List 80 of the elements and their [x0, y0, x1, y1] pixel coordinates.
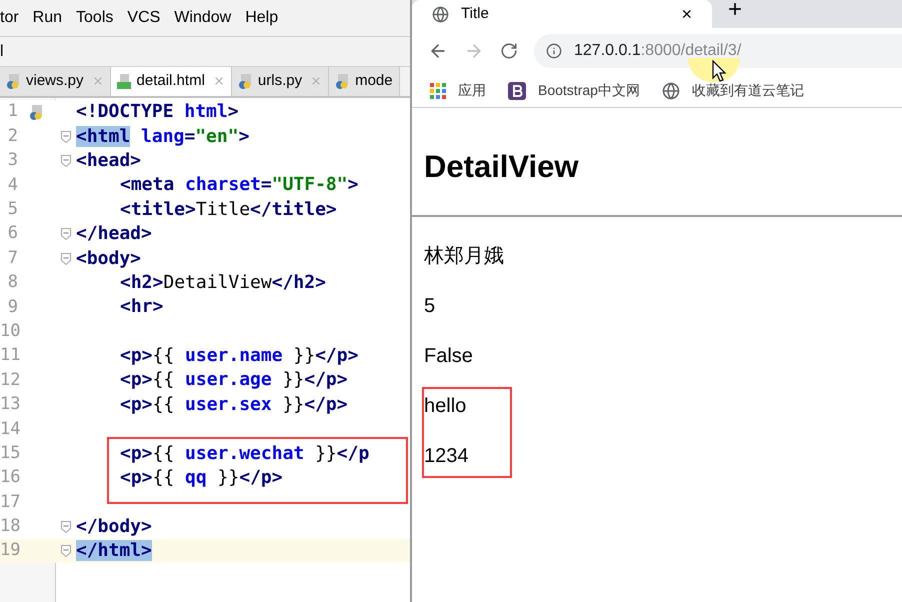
line-number: 15	[0, 442, 18, 465]
tab-title: Title	[461, 4, 490, 24]
line-number: 9	[6, 296, 18, 319]
fold-icon[interactable]	[61, 130, 71, 143]
close-icon[interactable]	[310, 75, 322, 87]
code-line: <!DOCTYPE html>	[76, 101, 239, 124]
menu-item[interactable]: Tools	[76, 6, 114, 30]
line-number: 17	[0, 490, 18, 514]
code-line: <head>	[76, 150, 142, 172]
page-paragraph: 1234	[424, 444, 470, 466]
breadcrumb[interactable]: l	[0, 40, 4, 64]
globe-icon	[432, 6, 449, 22]
code-line: <html lang="en">	[76, 126, 250, 148]
editor-tab[interactable]: detail.html	[110, 67, 232, 96]
b-logo-icon	[508, 82, 526, 100]
menu-item[interactable]: Help	[245, 6, 278, 30]
bookmark-item[interactable]: 收藏到有道云笔记	[662, 80, 804, 101]
line-number: 12	[0, 368, 18, 392]
code-line: <p>{{ user.sex }}</p>	[120, 394, 348, 416]
globe-icon	[662, 82, 680, 100]
code-line: <title>Title</title>	[120, 198, 337, 221]
page-paragraph: 5	[424, 294, 436, 316]
bookmark-item[interactable]: Bootstrap中文网	[508, 80, 640, 101]
fold-icon[interactable]	[61, 545, 71, 558]
line-number: 6	[6, 222, 18, 246]
mouse-pointer-icon	[712, 60, 726, 82]
page-paragraph: hello	[424, 394, 468, 416]
line-number: 3	[6, 149, 18, 172]
code-line: <p>{{ user.name }}</p>	[120, 345, 358, 368]
python-file-icon	[29, 104, 45, 120]
fold-icon[interactable]	[61, 252, 71, 265]
line-number: 18	[0, 515, 18, 538]
bookmark-item[interactable]: 应用	[430, 80, 486, 101]
new-tab-button[interactable]: +	[728, 0, 742, 22]
fold-icon[interactable]	[61, 520, 71, 533]
code-line: </head>	[76, 223, 152, 246]
menu-item[interactable]: tor	[0, 6, 19, 30]
fold-icon[interactable]	[61, 228, 71, 240]
code-line: <body>	[76, 248, 142, 270]
editor-tab[interactable]: mode	[329, 67, 400, 96]
line-number: 7	[6, 246, 18, 270]
line-number: 19	[0, 539, 18, 562]
line-number: 1	[6, 100, 18, 124]
line-number: 13	[0, 393, 18, 416]
line-number: 2	[6, 124, 18, 148]
code-line: <p>{{ qq }}</p>	[120, 467, 283, 490]
menu-item[interactable]: Window	[174, 6, 232, 30]
line-number: 16	[0, 466, 18, 490]
code-line: </body>	[76, 516, 152, 538]
browser-tab[interactable]: Title ×	[412, 0, 712, 28]
line-number: 4	[6, 174, 18, 197]
tab-close-button[interactable]: ×	[681, 5, 692, 23]
code-line: <p>{{ user.age }}</p>	[120, 369, 348, 392]
page-paragraph: False	[424, 344, 474, 366]
editor-tab[interactable]: views.py	[0, 67, 111, 96]
address-bar[interactable]: 127.0.0.1:8000/detail/3/	[534, 34, 902, 68]
info-icon	[546, 43, 562, 59]
reload-icon[interactable]	[500, 42, 518, 60]
line-number: 11	[0, 344, 18, 368]
code-line: <meta charset="UTF-8">	[120, 174, 358, 196]
menu-item[interactable]: Run	[32, 6, 62, 30]
url-text: 127.0.0.1:8000/detail/3/	[574, 43, 742, 59]
close-icon[interactable]	[92, 75, 104, 87]
line-number: 5	[6, 198, 18, 222]
code-line: <h2>DetailView</h2>	[120, 272, 326, 294]
code-line: <hr>	[120, 296, 164, 318]
fold-icon[interactable]	[61, 154, 71, 167]
code-line: <p>{{ user.wechat }}</p	[120, 442, 370, 465]
page-paragraph: 林郑月娥	[424, 244, 505, 266]
close-icon[interactable]	[212, 75, 225, 87]
python-file-icon	[6, 73, 22, 89]
html-file-icon	[116, 73, 133, 89]
apps-grid-icon	[430, 82, 446, 98]
line-number: 14	[0, 418, 18, 441]
python-file-icon	[238, 73, 254, 89]
line-number: 8	[6, 271, 18, 294]
editor-tab[interactable]: urls.py	[232, 67, 330, 96]
menu-item[interactable]: VCS	[127, 6, 160, 30]
line-number: 10	[0, 320, 18, 343]
page-heading: DetailView	[424, 148, 580, 186]
